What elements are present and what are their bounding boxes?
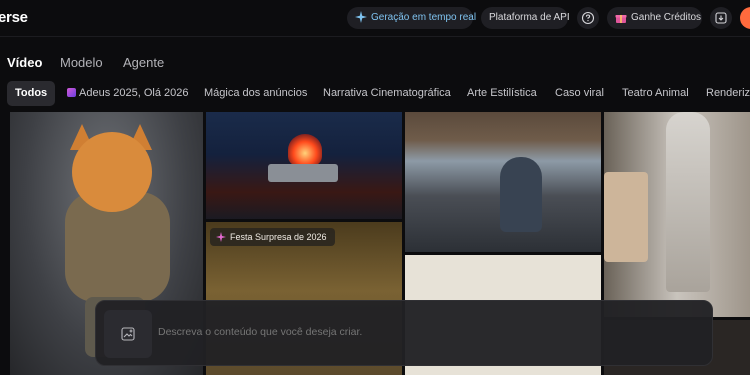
gallery-item-badge-label: Festa Surpresa de 2026	[230, 232, 327, 242]
api-platform-button[interactable]: Plataforma de API	[481, 7, 570, 29]
help-button[interactable]	[577, 7, 599, 29]
earn-credits-button[interactable]: Ganhe Créditos	[607, 7, 702, 29]
download-button[interactable]	[710, 7, 732, 29]
boy-shape	[500, 157, 542, 232]
category-animal-theater[interactable]: Teatro Animal	[622, 81, 689, 106]
dress-shape	[666, 112, 710, 292]
app-logo[interactable]: erse	[0, 9, 28, 26]
category-viral-case[interactable]: Caso viral	[555, 81, 604, 106]
upload-image-button[interactable]	[104, 310, 152, 358]
image-upload-icon	[121, 327, 135, 341]
category-ad-magic[interactable]: Mágica dos anúncios	[204, 81, 307, 106]
realtime-generation-label: Geração em tempo real	[371, 12, 477, 23]
category-goodbye-2025[interactable]: Adeus 2025, Olá 2026	[67, 81, 188, 106]
tab-agent[interactable]: Agente	[123, 55, 164, 70]
gift-icon	[615, 15, 627, 23]
gallery-item-fringe-dress[interactable]	[604, 112, 750, 317]
cat-head-shape	[72, 132, 152, 212]
category-all[interactable]: Todos	[7, 81, 56, 106]
download-icon	[715, 12, 727, 24]
gallery-item-fire-fountain[interactable]	[206, 112, 402, 219]
prompt-input[interactable]	[158, 326, 678, 338]
category-cinematic-narrative[interactable]: Narrativa Cinematográfica	[323, 81, 451, 106]
sparkle-icon	[355, 11, 367, 23]
avatar[interactable]	[740, 7, 750, 29]
help-circle-icon	[581, 11, 595, 25]
gallery-item-boy-street[interactable]	[405, 112, 601, 252]
gallery-item-badge: Festa Surpresa de 2026	[210, 228, 335, 246]
api-platform-label: Plataforma de API	[489, 12, 570, 23]
sparkle-icon	[216, 232, 226, 242]
earn-credits-label: Ganhe Créditos	[631, 12, 702, 23]
category-stylistic-art[interactable]: Arte Estilística	[467, 81, 537, 106]
category-render[interactable]: Renderiza	[706, 81, 750, 106]
prompt-bar	[95, 300, 713, 366]
fountain-shape	[268, 164, 338, 182]
tab-model[interactable]: Modelo	[60, 55, 103, 70]
fire-shape	[288, 134, 322, 166]
chair-shape	[604, 172, 648, 262]
top-bar: erse Geração em tempo real Plataforma de…	[0, 0, 750, 37]
tab-video[interactable]: Vídeo	[7, 55, 42, 70]
category-thumbnail-icon	[67, 88, 76, 97]
category-goodbye-2025-label: Adeus 2025, Olá 2026	[79, 87, 189, 99]
realtime-generation-button[interactable]: Geração em tempo real	[347, 7, 477, 29]
